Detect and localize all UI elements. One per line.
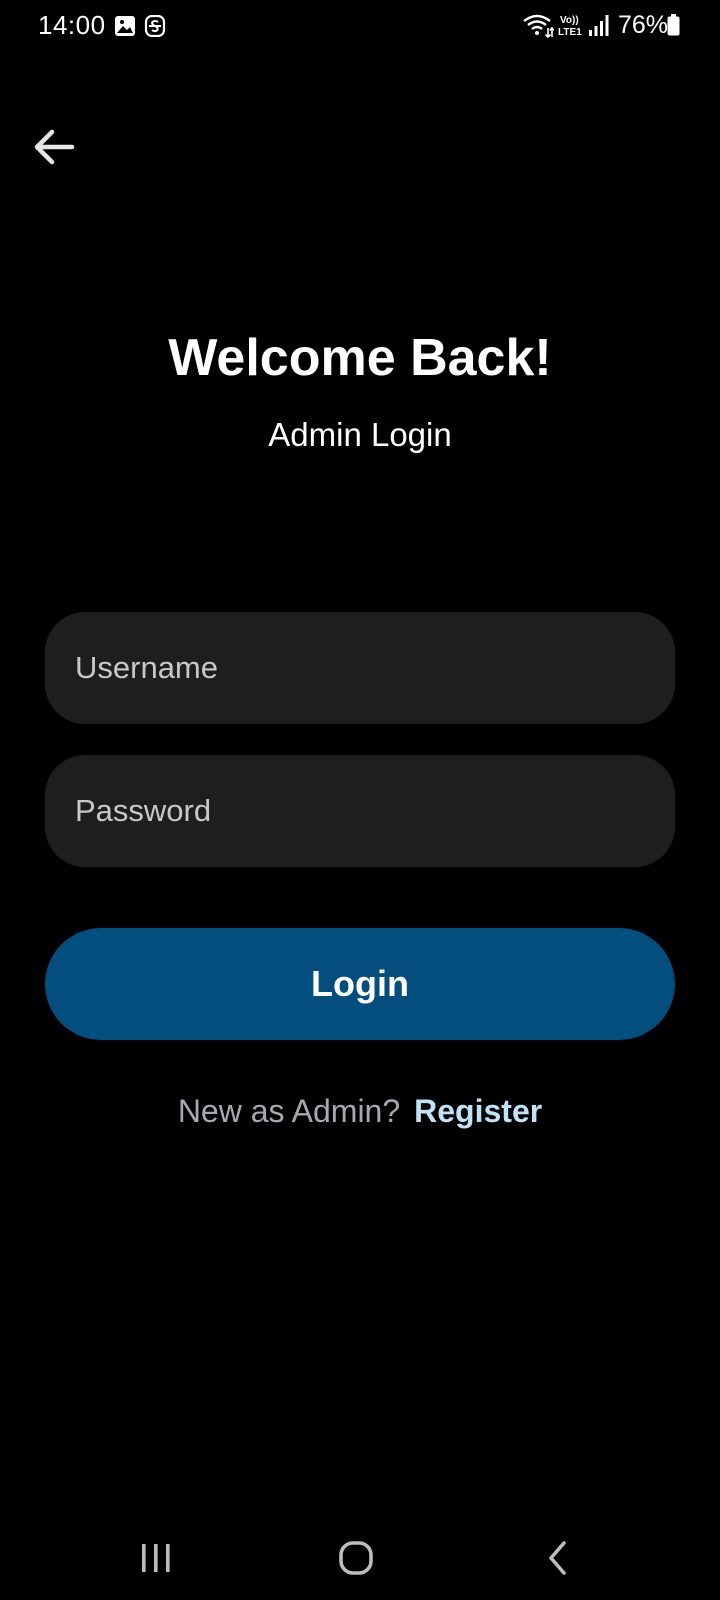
s-app-icon [144,14,166,38]
login-button[interactable]: Login [45,928,675,1040]
status-right: Vo)) LTE1 76% [522,8,668,42]
page-title: Welcome Back! [168,329,552,387]
back-button[interactable] [28,124,80,170]
battery-percent: 76% [617,10,668,39]
username-input[interactable] [45,612,675,724]
svg-text:Vo)): Vo)) [560,15,579,26]
status-bar: 14:00 Vo)) LTE1 76% [0,0,720,52]
page-subtitle: Admin Login [268,416,452,453]
back-icon [546,1540,570,1576]
login-screen: 14:00 Vo)) LTE1 76% Welcome Back! Admin … [0,0,720,1600]
username-field-container [45,612,675,724]
recent-apps-icon [139,1542,173,1574]
system-nav-bar [0,1530,720,1586]
wifi-icon [522,12,555,39]
arrow-left-icon [32,129,76,165]
signal-icon [588,13,610,37]
register-link[interactable]: Register [414,1093,542,1129]
password-input[interactable] [45,755,675,867]
gallery-icon [114,15,136,37]
status-time: 14:00 [38,10,106,40]
home-icon [338,1540,374,1576]
nav-back-button[interactable] [528,1530,588,1586]
volte-lte-icon: Vo)) LTE1 [558,12,584,38]
svg-text:LTE1: LTE1 [558,27,582,38]
register-row: New as Admin? Register [0,1093,720,1130]
password-field-container [45,755,675,867]
register-prompt: New as Admin? [177,1093,401,1129]
recent-apps-button[interactable] [126,1530,186,1586]
home-button[interactable] [326,1530,386,1586]
battery-icon [667,14,680,36]
